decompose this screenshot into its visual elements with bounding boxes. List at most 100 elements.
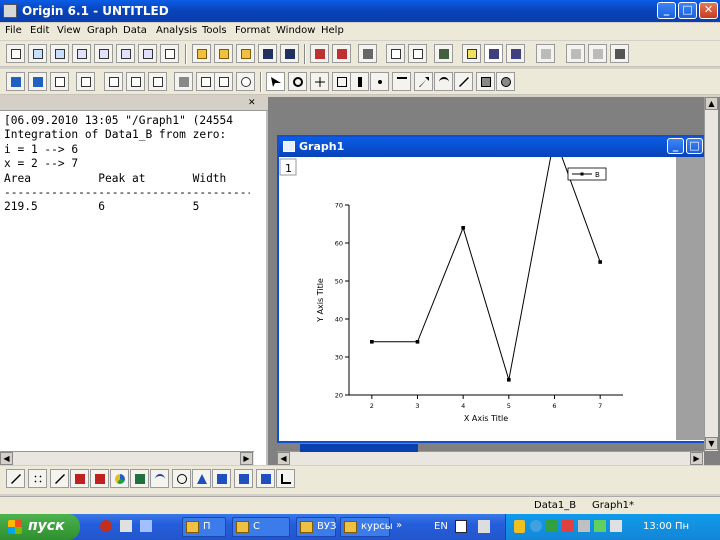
menu-data[interactable]: Data — [123, 25, 147, 36]
menu-file[interactable]: File — [5, 25, 22, 36]
line-symbol-icon[interactable] — [50, 469, 69, 488]
language-indicator[interactable]: EN — [434, 521, 448, 532]
tray-app-icon[interactable] — [578, 520, 590, 532]
info-icon[interactable] — [214, 72, 233, 91]
data-point[interactable] — [461, 226, 465, 230]
import-ascii-icon[interactable] — [310, 44, 329, 63]
minimized-window[interactable] — [300, 444, 418, 452]
taskbar-item[interactable]: С — [232, 517, 290, 537]
graph-minimize-button[interactable]: _ — [667, 138, 684, 154]
minimize-button[interactable]: _ — [657, 2, 676, 19]
taskbar-more-icon[interactable]: » — [396, 520, 402, 531]
layout-icon[interactable] — [196, 72, 215, 91]
menu-graph[interactable]: Graph — [87, 25, 118, 36]
zoom-icon[interactable] — [6, 72, 25, 91]
quicklaunch-icon[interactable] — [120, 520, 132, 532]
close-button[interactable]: ✕ — [699, 2, 718, 19]
data-point[interactable] — [370, 340, 374, 344]
tray-app-icon[interactable] — [478, 520, 490, 533]
data-point[interactable] — [415, 340, 420, 344]
scatter-plot-icon[interactable] — [28, 469, 47, 488]
data-point[interactable] — [507, 378, 511, 382]
menu-edit[interactable]: Edit — [30, 25, 49, 36]
zoom-out-icon[interactable] — [28, 72, 47, 91]
code-builder-icon[interactable] — [484, 44, 503, 63]
taskbar-item[interactable]: ВУЗ — [296, 517, 336, 537]
save-template-icon[interactable] — [280, 44, 299, 63]
arrow-tool-icon[interactable] — [414, 72, 433, 91]
sheet-icon[interactable] — [536, 44, 555, 63]
open-excel-icon[interactable] — [236, 44, 255, 63]
hi-lo-close-icon[interactable] — [234, 469, 253, 488]
bar-plot-icon[interactable] — [90, 469, 109, 488]
data-selector-icon[interactable] — [350, 72, 369, 91]
align-icon[interactable] — [174, 72, 193, 91]
open-icon[interactable] — [192, 44, 211, 63]
project-explorer-icon[interactable] — [434, 44, 453, 63]
arrange-icon[interactable] — [104, 72, 123, 91]
scroll-left-icon[interactable]: ◀ — [277, 452, 290, 465]
column-plot-icon[interactable] — [70, 469, 89, 488]
line-tool-icon[interactable] — [454, 72, 473, 91]
network-icon[interactable] — [530, 520, 542, 532]
volume-icon[interactable] — [610, 520, 622, 532]
box-chart-icon[interactable] — [276, 469, 295, 488]
menu-format[interactable]: Format — [235, 25, 270, 36]
rectangle-tool-icon[interactable] — [476, 72, 495, 91]
circle-tool-icon[interactable] — [496, 72, 515, 91]
menu-help[interactable]: Help — [321, 25, 344, 36]
help-icon[interactable] — [455, 520, 467, 533]
area-plot-icon[interactable] — [130, 469, 149, 488]
menu-window[interactable]: Window — [276, 25, 315, 36]
scroll-right-icon[interactable]: ▶ — [690, 452, 703, 465]
text-tool-icon[interactable] — [392, 72, 411, 91]
layer-icon[interactable] — [50, 72, 69, 91]
spline-icon[interactable] — [150, 469, 169, 488]
scroll-right-icon[interactable]: ▶ — [240, 452, 253, 465]
close-icon[interactable]: ✕ — [248, 98, 256, 108]
new-notes-icon[interactable] — [160, 44, 179, 63]
menu-view[interactable]: View — [57, 25, 81, 36]
maximize-button[interactable]: □ — [678, 2, 697, 19]
security-icon[interactable] — [514, 520, 525, 533]
print-icon[interactable] — [358, 44, 377, 63]
line-plot-icon[interactable] — [6, 469, 25, 488]
script-window-icon[interactable] — [506, 44, 525, 63]
data-reader-icon[interactable] — [332, 72, 351, 91]
flag-icon[interactable] — [562, 520, 574, 532]
taskbar-item[interactable]: курсы — [340, 517, 393, 537]
vector-plot-icon[interactable] — [256, 469, 275, 488]
new-graph-icon[interactable] — [72, 44, 91, 63]
tray-app-icon[interactable] — [546, 520, 558, 532]
pie-chart-icon[interactable] — [110, 469, 129, 488]
scroll-down-icon[interactable]: ▼ — [705, 437, 718, 450]
clock-icon[interactable] — [236, 72, 255, 91]
workspace-vscrollbar[interactable]: ▲ ▼ — [704, 97, 718, 451]
cut-icon[interactable] — [566, 44, 585, 63]
workspace-hscrollbar[interactable]: ◀ ▶ — [277, 451, 704, 465]
scroll-up-icon[interactable]: ▲ — [705, 97, 718, 110]
new-project-icon[interactable] — [6, 44, 25, 63]
screen-reader-icon[interactable] — [310, 72, 329, 91]
new-excel-icon[interactable] — [50, 44, 69, 63]
save-icon[interactable] — [258, 44, 277, 63]
notes-hscrollbar[interactable]: ◀ ▶ — [0, 451, 254, 465]
duplicate-icon[interactable] — [408, 44, 427, 63]
start-button[interactable]: пуск — [0, 514, 80, 540]
new-matrix-icon[interactable] — [94, 44, 113, 63]
curved-arrow-icon[interactable] — [434, 72, 453, 91]
open-template-icon[interactable] — [214, 44, 233, 63]
tray-app-icon[interactable] — [594, 520, 606, 532]
taskbar-item[interactable]: П — [182, 517, 226, 537]
scroll-left-icon[interactable]: ◀ — [0, 452, 13, 465]
graph-maximize-button[interactable]: □ — [686, 138, 703, 154]
menu-analysis[interactable]: Analysis — [156, 25, 197, 36]
data-point[interactable] — [598, 260, 602, 264]
pointer-icon[interactable] — [266, 72, 285, 91]
draw-data-icon[interactable] — [370, 72, 389, 91]
menu-tools[interactable]: Tools — [202, 25, 227, 36]
legend[interactable]: B — [567, 167, 607, 181]
ternary-plot-icon[interactable] — [192, 469, 211, 488]
quicklaunch-icon[interactable] — [100, 520, 112, 532]
copy-icon[interactable] — [588, 44, 607, 63]
